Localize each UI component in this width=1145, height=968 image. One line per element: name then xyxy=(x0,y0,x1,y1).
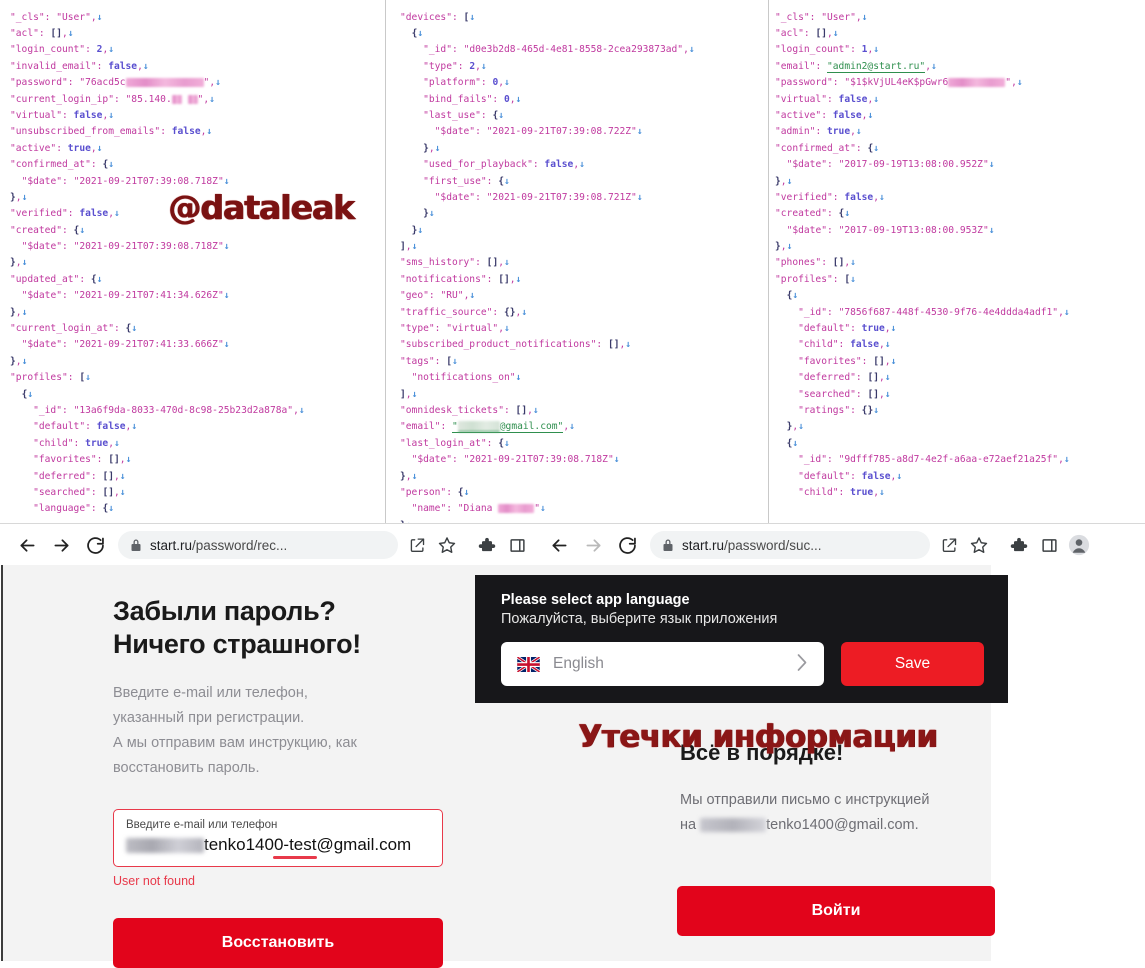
star-icon-2[interactable] xyxy=(964,530,994,560)
share-icon-2[interactable] xyxy=(934,530,964,560)
success-title: Всё в порядке! xyxy=(680,740,844,765)
login-button[interactable]: Войти xyxy=(677,886,995,936)
address-bar-left[interactable]: start.ru/password/rec... xyxy=(118,531,398,559)
page-title-line2: Ничего страшного! xyxy=(113,629,361,659)
uk-flag-icon xyxy=(517,656,540,672)
address-path: /password/rec... xyxy=(192,537,288,553)
redacted-name-blur xyxy=(126,838,204,853)
recovery-description-line2: указанный при регистрации. xyxy=(113,710,305,726)
share-icon[interactable] xyxy=(402,530,432,560)
json-column-2: "devices": [↓ {↓ "_id": "d0e3b2d8-465d-4… xyxy=(400,11,695,523)
email-field-value: tenko1400-test@gmail.com xyxy=(204,835,412,854)
lock-icon xyxy=(130,538,142,552)
email-or-phone-input[interactable]: Введите e-mail или телефон tenko1400-tes… xyxy=(113,809,443,867)
back-arrow-icon-2[interactable] xyxy=(542,528,576,562)
language-modal-title-en: Please select app language xyxy=(501,592,690,608)
language-selection-modal: Please select app language Пожалуйста, в… xyxy=(475,575,1008,703)
email-field-label: Введите e-mail или телефон xyxy=(126,819,278,831)
forward-arrow-icon-2[interactable] xyxy=(576,528,610,562)
recovery-form: Забыли пароль? Ничего страшного! Введите… xyxy=(113,595,443,968)
address-bar-right[interactable]: start.ru/password/suc... xyxy=(650,531,930,559)
lock-icon-2 xyxy=(662,538,674,552)
address-domain-2: start.ru xyxy=(682,537,725,553)
success-description-line1: Мы отправили письмо с инструкцией xyxy=(680,792,930,808)
redacted-name-blur-2 xyxy=(700,818,767,832)
column-divider-1 xyxy=(385,0,386,523)
side-panel-icon-2[interactable] xyxy=(1034,530,1064,560)
success-block: Всё в порядке! Мы отправили письмо с инс… xyxy=(680,740,980,838)
reload-icon[interactable] xyxy=(78,528,112,562)
json-dump-area: "_cls": "User",↓ "acl": [],↓ "login_count"… xyxy=(0,0,1145,523)
recovery-description: Введите e-mail или телефон, указанный пр… xyxy=(113,681,443,781)
recovery-description-line4: восстановить пароль. xyxy=(113,760,260,776)
address-path-2: /password/suc... xyxy=(724,537,822,553)
page-title-line1: Забыли пароль? xyxy=(113,596,336,626)
language-select-value: English xyxy=(553,655,604,672)
account-avatar-icon[interactable] xyxy=(1064,530,1094,560)
page-title: Забыли пароль? Ничего страшного! xyxy=(113,595,443,661)
error-message: User not found xyxy=(113,874,195,888)
json-column-1: "_cls": "User",↓ "acl": [],↓ "login_count"… xyxy=(10,11,305,515)
column-divider-2 xyxy=(768,0,769,523)
browser-toolbar: start.ru/password/rec... start.ru/passwo… xyxy=(0,523,1145,566)
recovery-description-line3: А мы отправим вам инструкцию, как xyxy=(113,735,357,751)
puzzle-icon-2[interactable] xyxy=(1004,530,1034,560)
spellcheck-underline xyxy=(273,855,317,859)
success-email-prefix: на xyxy=(680,817,697,833)
address-bar-right-text: start.ru/password/suc... xyxy=(682,538,822,553)
address-domain: start.ru xyxy=(150,537,193,553)
back-arrow-icon[interactable] xyxy=(10,528,44,562)
reload-icon-2[interactable] xyxy=(610,528,644,562)
forward-arrow-icon[interactable] xyxy=(44,528,78,562)
email-field-value-wrap: tenko1400-test@gmail.com xyxy=(126,833,430,859)
language-modal-inner: Please select app language Пожалуйста, в… xyxy=(501,592,984,686)
save-button[interactable]: Save xyxy=(841,642,984,686)
side-panel-icon[interactable] xyxy=(502,530,532,560)
star-icon[interactable] xyxy=(432,530,462,560)
success-description: Мы отправили письмо с инструкцией на ten… xyxy=(680,788,980,838)
recovery-description-line1: Введите e-mail или телефон, xyxy=(113,685,308,701)
address-bar-left-text: start.ru/password/rec... xyxy=(150,538,287,553)
language-select[interactable]: English xyxy=(501,642,824,686)
json-column-3: "_cls": "User",↓ "acl": [],↓ "login_count"… xyxy=(775,11,1070,498)
puzzle-icon[interactable] xyxy=(472,530,502,560)
language-modal-controls: English Save xyxy=(501,642,984,686)
chevron-right-icon xyxy=(796,653,808,676)
language-modal-title-ru: Пожалуйста, выберите язык приложения xyxy=(501,611,778,627)
success-email: tenko1400@gmail.com. xyxy=(766,817,919,833)
success-description-line2: на tenko1400@gmail.com. xyxy=(680,813,980,838)
